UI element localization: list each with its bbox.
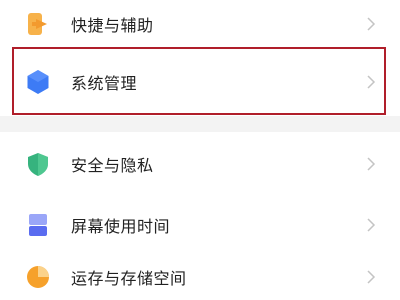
chevron-right-icon (367, 218, 376, 232)
settings-group-bottom: 安全与隐私 屏幕使用时间 运存与存储空间 (0, 132, 400, 300)
settings-item-label: 快捷与辅助 (71, 16, 154, 35)
settings-group-top: 快捷与辅助 系统管理 (0, 0, 400, 116)
settings-item-storage[interactable]: 运存与存储空间 (0, 254, 400, 300)
settings-item-system-management[interactable]: 系统管理 (0, 48, 400, 116)
chevron-right-icon (367, 270, 376, 284)
settings-item-shortcuts[interactable]: 快捷与辅助 (0, 0, 400, 48)
chevron-right-icon (367, 17, 376, 31)
chevron-right-icon (367, 157, 376, 171)
screen-time-icon (29, 214, 47, 236)
settings-item-label: 系统管理 (71, 74, 138, 93)
shield-icon (28, 153, 48, 176)
shortcut-icon (28, 13, 47, 35)
settings-item-label: 安全与隐私 (71, 156, 154, 175)
settings-item-label: 运存与存储空间 (71, 269, 187, 288)
storage-pie-icon (27, 266, 49, 288)
chevron-right-icon (367, 75, 376, 89)
settings-item-screen-time[interactable]: 屏幕使用时间 (0, 196, 400, 254)
hexagon-icon (27, 70, 49, 94)
settings-item-security-privacy[interactable]: 安全与隐私 (0, 132, 400, 196)
settings-item-label: 屏幕使用时间 (71, 217, 171, 236)
